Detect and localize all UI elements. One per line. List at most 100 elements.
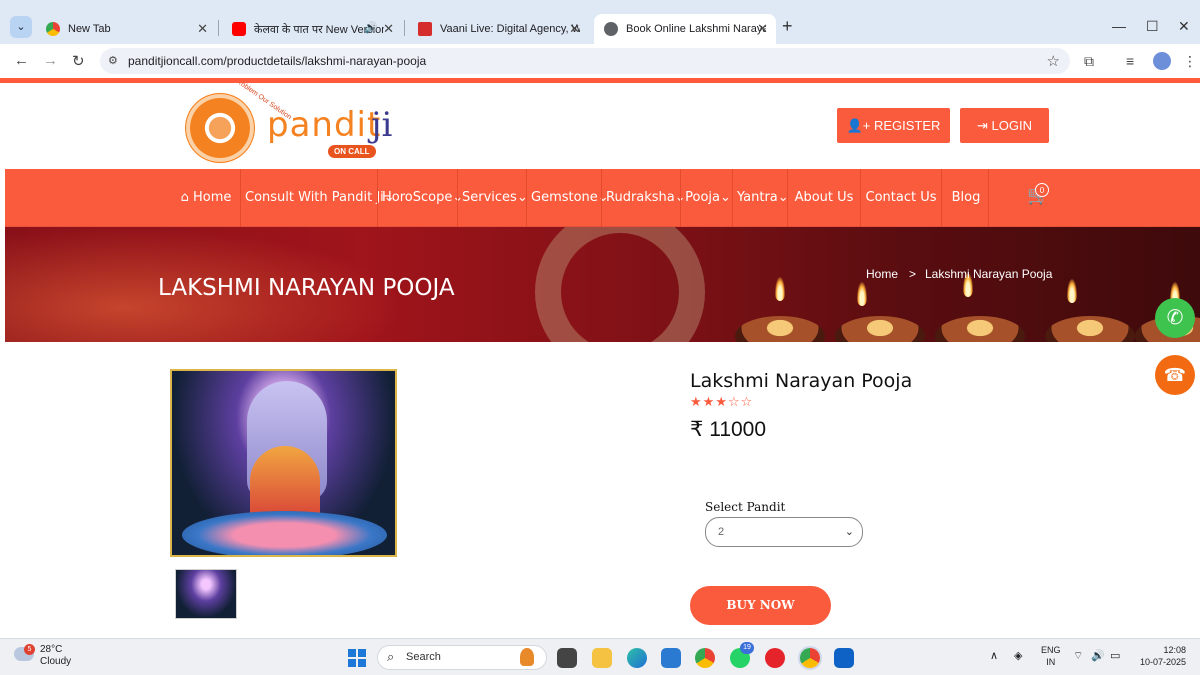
- nav-contact-us[interactable]: Contact Us: [865, 169, 937, 227]
- close-icon[interactable]: ✕: [383, 21, 394, 37]
- vscode-icon[interactable]: [661, 648, 681, 668]
- outlook-icon[interactable]: [834, 648, 854, 668]
- tab-search-button[interactable]: ⌄: [10, 16, 32, 38]
- lang-bottom: IN: [1046, 657, 1056, 667]
- nav-label: About Us: [794, 190, 854, 205]
- tab-vaani[interactable]: Vaani Live: Digital Agency, Web ✕: [408, 14, 588, 44]
- media-controls-icon[interactable]: ≡: [1126, 53, 1134, 69]
- media-player-icon[interactable]: [765, 648, 785, 668]
- close-icon[interactable]: ✕: [197, 21, 208, 37]
- nav-pooja[interactable]: Pooja⌄: [685, 169, 731, 227]
- close-icon[interactable]: ✕: [569, 21, 580, 37]
- edge-icon[interactable]: [627, 648, 647, 668]
- weather-badge: 5: [24, 644, 35, 655]
- extensions-icon[interactable]: ⧉: [1084, 53, 1094, 70]
- tab-new-tab[interactable]: New Tab ✕: [36, 14, 216, 44]
- nav-label: Rudraksha: [606, 190, 675, 205]
- tab-active-pooja[interactable]: Book Online Lakshmi Narayan P ✕: [594, 14, 776, 44]
- nav-label: Services: [462, 190, 517, 205]
- site-info-icon[interactable]: ⚙: [108, 54, 118, 67]
- start-button[interactable]: [348, 649, 366, 667]
- star-filled-icon: ★: [715, 394, 728, 409]
- profile-avatar[interactable]: [1153, 52, 1171, 70]
- menu-icon[interactable]: ⋮: [1183, 53, 1197, 70]
- site-logo[interactable]: Your Problem Our Solution pandit ji ON C…: [185, 83, 410, 171]
- address-bar[interactable]: ⚙ panditjioncall.com/productdetails/laks…: [100, 48, 1070, 74]
- select-pandit-dropdown[interactable]: 2 ⌄: [705, 517, 863, 547]
- login-button[interactable]: ⇥ LOGIN: [960, 108, 1049, 143]
- chevron-down-icon: ⌄: [844, 526, 854, 538]
- logo-oncall: ON CALL: [328, 145, 376, 158]
- nav-home[interactable]: ⌂ Home: [175, 169, 237, 227]
- reload-button[interactable]: ↻: [72, 52, 85, 70]
- register-button[interactable]: 👤+ REGISTER: [837, 108, 950, 143]
- browser-tab-strip: ⌄ New Tab ✕ केलवा के पात पर New Version …: [0, 0, 1200, 44]
- nav-services[interactable]: Services⌄: [462, 169, 528, 227]
- nav-yantra[interactable]: Yantra⌄: [737, 169, 789, 227]
- chrome-icon[interactable]: [695, 648, 715, 668]
- nav-label: Blog: [951, 190, 981, 205]
- maximize-button[interactable]: ☐: [1146, 18, 1159, 35]
- nav-label: Pooja: [685, 190, 720, 205]
- nav-rudraksha[interactable]: Rudraksha⌄: [606, 169, 686, 227]
- web-page: Your Problem Our Solution pandit ji ON C…: [5, 83, 1200, 638]
- diya-image: [1045, 316, 1135, 342]
- nav-gemstone[interactable]: Gemstone⌄: [531, 169, 609, 227]
- main-nav: ⌂ Home Consult With Pandit Ji⌄ HoroScope…: [5, 169, 1200, 227]
- back-button[interactable]: ←: [14, 52, 29, 69]
- new-tab-button[interactable]: +: [782, 16, 793, 37]
- nav-label: HoroScope: [382, 190, 453, 205]
- bookmark-star-icon[interactable]: ☆: [1047, 52, 1060, 70]
- product-thumbnail[interactable]: [175, 569, 237, 619]
- select-value: 2: [718, 526, 725, 538]
- security-icon[interactable]: ◈: [1014, 649, 1022, 662]
- speaker-icon[interactable]: 🔊: [364, 21, 378, 34]
- chevron-down-icon: ⌄: [719, 190, 731, 205]
- star-filled-icon: ★: [690, 394, 703, 409]
- nav-horoscope[interactable]: HoroScope⌄: [382, 169, 463, 227]
- nav-label: Gemstone: [531, 190, 598, 205]
- call-button[interactable]: ☎: [1155, 355, 1195, 395]
- nav-consult[interactable]: Consult With Pandit Ji⌄: [245, 169, 395, 227]
- chrome-active-icon[interactable]: [800, 648, 820, 668]
- select-pandit-label: Select Pandit: [705, 500, 786, 514]
- diya-image: [735, 316, 825, 342]
- wifi-icon[interactable]: ⌔: [1073, 649, 1083, 663]
- nav-about-us[interactable]: About Us: [792, 169, 856, 227]
- close-icon[interactable]: ✕: [757, 21, 768, 37]
- breadcrumb-separator: >: [909, 267, 917, 281]
- taskbar-search[interactable]: ⌕ Search: [377, 645, 547, 670]
- nav-label: Contact Us: [865, 190, 937, 205]
- battery-icon[interactable]: ▭: [1110, 649, 1120, 662]
- login-label: LOGIN: [991, 118, 1032, 133]
- product-main-image[interactable]: [170, 369, 397, 557]
- nav-blog[interactable]: Blog: [946, 169, 986, 227]
- diya-image: [835, 316, 925, 342]
- star-filled-icon: ★: [702, 394, 716, 409]
- search-label: Search: [406, 651, 441, 663]
- product-title: Lakshmi Narayan Pooja: [690, 370, 913, 392]
- zodiac-wheel-icon: [185, 93, 255, 163]
- nav-label: Yantra: [737, 190, 778, 205]
- volume-icon[interactable]: 🔊: [1091, 649, 1105, 662]
- minimize-button[interactable]: —: [1112, 18, 1126, 34]
- tab-youtube[interactable]: केलवा के पात पर New Version 🔊 ✕: [222, 14, 402, 44]
- show-hidden-icons[interactable]: ∧: [990, 649, 998, 662]
- lang-top: ENG: [1041, 645, 1061, 655]
- logo-brand-suffix: ji: [371, 105, 393, 145]
- product-price: ₹ 11000: [690, 418, 767, 441]
- language-indicator[interactable]: ENG IN: [1041, 644, 1061, 668]
- globe-icon: [604, 22, 618, 36]
- breadcrumb-home[interactable]: Home: [866, 267, 898, 281]
- window-close-button[interactable]: ✕: [1178, 18, 1190, 35]
- url-text[interactable]: panditjioncall.com/productdetails/lakshm…: [128, 54, 426, 68]
- buy-now-button[interactable]: BUY NOW: [690, 586, 831, 625]
- task-view-icon[interactable]: [557, 648, 577, 668]
- system-clock[interactable]: 12:08 10-07-2025: [1136, 644, 1186, 668]
- star-empty-icon: ☆: [740, 394, 754, 409]
- whatsapp-icon: ✆: [1166, 307, 1184, 329]
- whatsapp-button[interactable]: ✆: [1155, 298, 1195, 338]
- forward-button[interactable]: →: [43, 52, 58, 69]
- notification-badge: 19: [740, 642, 754, 654]
- file-explorer-icon[interactable]: [592, 648, 612, 668]
